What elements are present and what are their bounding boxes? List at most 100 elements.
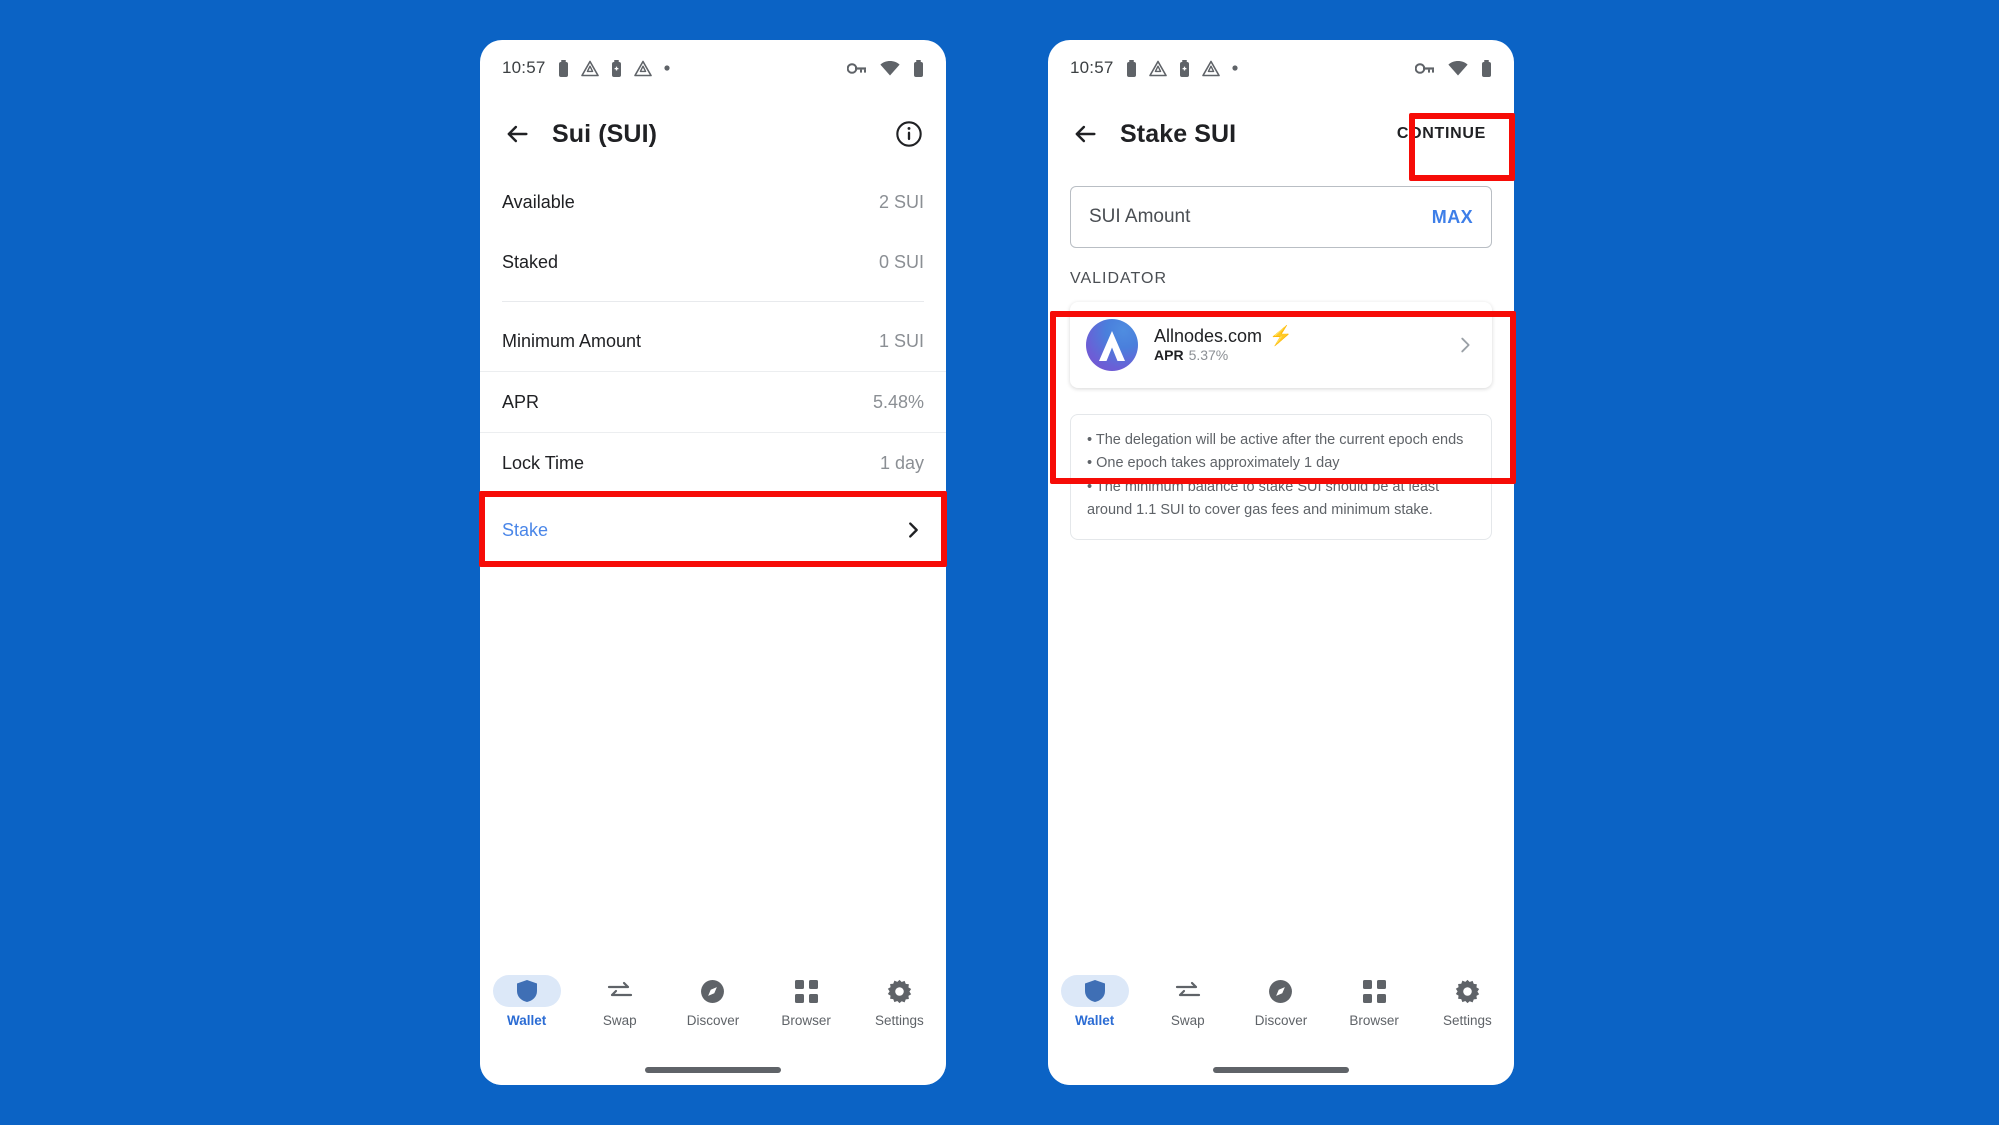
validator-section: VALIDATOR Allnodes.com ⚡ APR 5.37%	[1048, 248, 1514, 402]
wifi-icon	[1448, 60, 1468, 76]
compass-icon	[700, 979, 725, 1004]
warning-triangle-icon	[580, 60, 599, 77]
screenshot-canvas: 10:57 Sui (SUI) Available 2 SUI Staked 0…	[0, 0, 1999, 1125]
row-label: Staked	[502, 251, 559, 272]
row-label: Available	[502, 191, 575, 212]
battery-icon	[558, 59, 569, 77]
app-bar: Stake SUI CONTINUE	[1048, 96, 1514, 172]
status-bar-left: 10:57	[1070, 58, 1238, 78]
status-bar: 10:57	[1048, 40, 1514, 96]
swap-arrows-icon	[607, 979, 633, 1003]
battery-icon	[1126, 59, 1137, 77]
bottom-navigation-bar: Wallet Swap Discover Browser Settings	[480, 963, 946, 1085]
detail-row-available: Available 2 SUI	[480, 172, 946, 232]
nav-item-swap[interactable]: Swap	[579, 975, 661, 1028]
nav-item-swap[interactable]: Swap	[1147, 975, 1229, 1028]
shield-icon	[516, 979, 538, 1003]
nav-pill	[772, 975, 840, 1007]
nav-pill	[1060, 975, 1129, 1007]
notes-card: • The delegation will be active after th…	[1070, 414, 1492, 540]
warning-triangle-icon	[1148, 60, 1167, 77]
detail-row-lock-time: Lock Time 1 day	[480, 433, 946, 493]
home-indicator	[645, 1067, 781, 1073]
nav-label: Wallet	[506, 1013, 547, 1028]
battery-icon	[1481, 59, 1492, 77]
nav-item-browser[interactable]: Browser	[1333, 975, 1415, 1028]
page-title: Stake SUI	[1120, 119, 1237, 148]
nav-item-wallet[interactable]: Wallet	[486, 975, 568, 1028]
phone-screen-stake-sui: 10:57 Stake SUI CONTINUE SUI Amount MAX …	[1048, 40, 1514, 1085]
nav-label: Swap	[1170, 1013, 1205, 1028]
chevron-right-icon	[902, 519, 924, 541]
validator-apr-label: APR	[1154, 346, 1184, 363]
warning-triangle-icon	[633, 60, 652, 77]
wifi-icon	[880, 60, 900, 76]
nav-item-settings[interactable]: Settings	[1426, 975, 1508, 1028]
status-bar-right	[1415, 59, 1492, 77]
app-bar: Sui (SUI)	[480, 96, 946, 172]
validator-apr: APR 5.37%	[1154, 347, 1228, 363]
swap-arrows-icon	[1175, 979, 1201, 1003]
row-divider	[480, 566, 946, 567]
nav-item-browser[interactable]: Browser	[765, 975, 847, 1028]
allnodes-logo-icon	[1086, 319, 1138, 371]
row-value: 1 day	[879, 452, 924, 473]
grid-icon	[1362, 979, 1386, 1003]
stake-row-button[interactable]: Stake	[480, 494, 946, 566]
nav-label: Wallet	[1074, 1013, 1115, 1028]
battery-charging-icon	[611, 59, 622, 77]
amount-section: SUI Amount MAX	[1048, 172, 1514, 248]
grid-icon	[794, 979, 818, 1003]
nav-item-settings[interactable]: Settings	[858, 975, 940, 1028]
info-icon[interactable]	[894, 119, 924, 149]
nav-label: Swap	[602, 1013, 637, 1028]
detail-row-minimum-amount: Minimum Amount 1 SUI	[480, 311, 946, 371]
nav-item-discover[interactable]: Discover	[1240, 975, 1322, 1028]
validator-section-title: VALIDATOR	[1070, 270, 1168, 287]
row-label: Minimum Amount	[502, 330, 642, 351]
amount-placeholder: SUI Amount	[1089, 206, 1191, 227]
dot-icon	[1231, 65, 1238, 71]
detail-row-staked: Staked 0 SUI	[480, 232, 946, 292]
dot-icon	[663, 65, 670, 71]
nav-pill	[586, 975, 654, 1007]
sui-details-list: Available 2 SUI Staked 0 SUI Minimum Amo…	[480, 172, 946, 567]
gear-icon	[887, 979, 912, 1004]
page-title: Sui (SUI)	[552, 119, 658, 148]
back-arrow-icon[interactable]	[502, 119, 532, 149]
validator-name-row: Allnodes.com ⚡	[1154, 326, 1293, 347]
warning-triangle-icon	[1201, 60, 1220, 77]
vpn-key-icon	[847, 62, 867, 75]
row-value: 0 SUI	[878, 251, 924, 272]
note-line: • One epoch takes approximately 1 day	[1087, 455, 1340, 472]
nav-pill	[1340, 975, 1408, 1007]
note-line: • The delegation will be active after th…	[1087, 432, 1464, 448]
max-button[interactable]: MAX	[1432, 207, 1473, 228]
continue-button[interactable]: CONTINUE	[1391, 115, 1492, 153]
nav-label: Discover	[1254, 1013, 1308, 1028]
bottom-nav-items: Wallet Swap Discover Browser Settings	[480, 963, 946, 1067]
row-label: APR	[502, 391, 540, 412]
stake-row-label: Stake	[502, 519, 549, 540]
nav-label: Discover	[686, 1013, 740, 1028]
validator-info: Allnodes.com ⚡ APR 5.37%	[1154, 326, 1293, 365]
home-indicator	[1213, 1067, 1349, 1073]
nav-item-wallet[interactable]: Wallet	[1054, 975, 1136, 1028]
chevron-right-icon	[1454, 334, 1476, 356]
validator-name: Allnodes.com	[1154, 325, 1263, 346]
sui-amount-input[interactable]: SUI Amount MAX	[1070, 186, 1492, 248]
nav-pill	[1433, 975, 1501, 1007]
app-bar-actions	[894, 119, 924, 149]
nav-item-discover[interactable]: Discover	[672, 975, 754, 1028]
bolt-icon: ⚡	[1269, 325, 1293, 347]
note-line: • The minimum balance to stake SUI shoul…	[1087, 478, 1440, 519]
battery-icon	[913, 59, 924, 77]
validator-apr-value: 5.37%	[1188, 346, 1229, 363]
status-bar-clock: 10:57	[1070, 58, 1114, 77]
back-arrow-icon[interactable]	[1070, 119, 1100, 149]
nav-pill	[492, 975, 561, 1007]
validator-card[interactable]: Allnodes.com ⚡ APR 5.37%	[1070, 302, 1492, 388]
row-value: 1 SUI	[878, 330, 924, 351]
shield-icon	[1084, 979, 1106, 1003]
notes-section: • The delegation will be active after th…	[1048, 402, 1514, 540]
